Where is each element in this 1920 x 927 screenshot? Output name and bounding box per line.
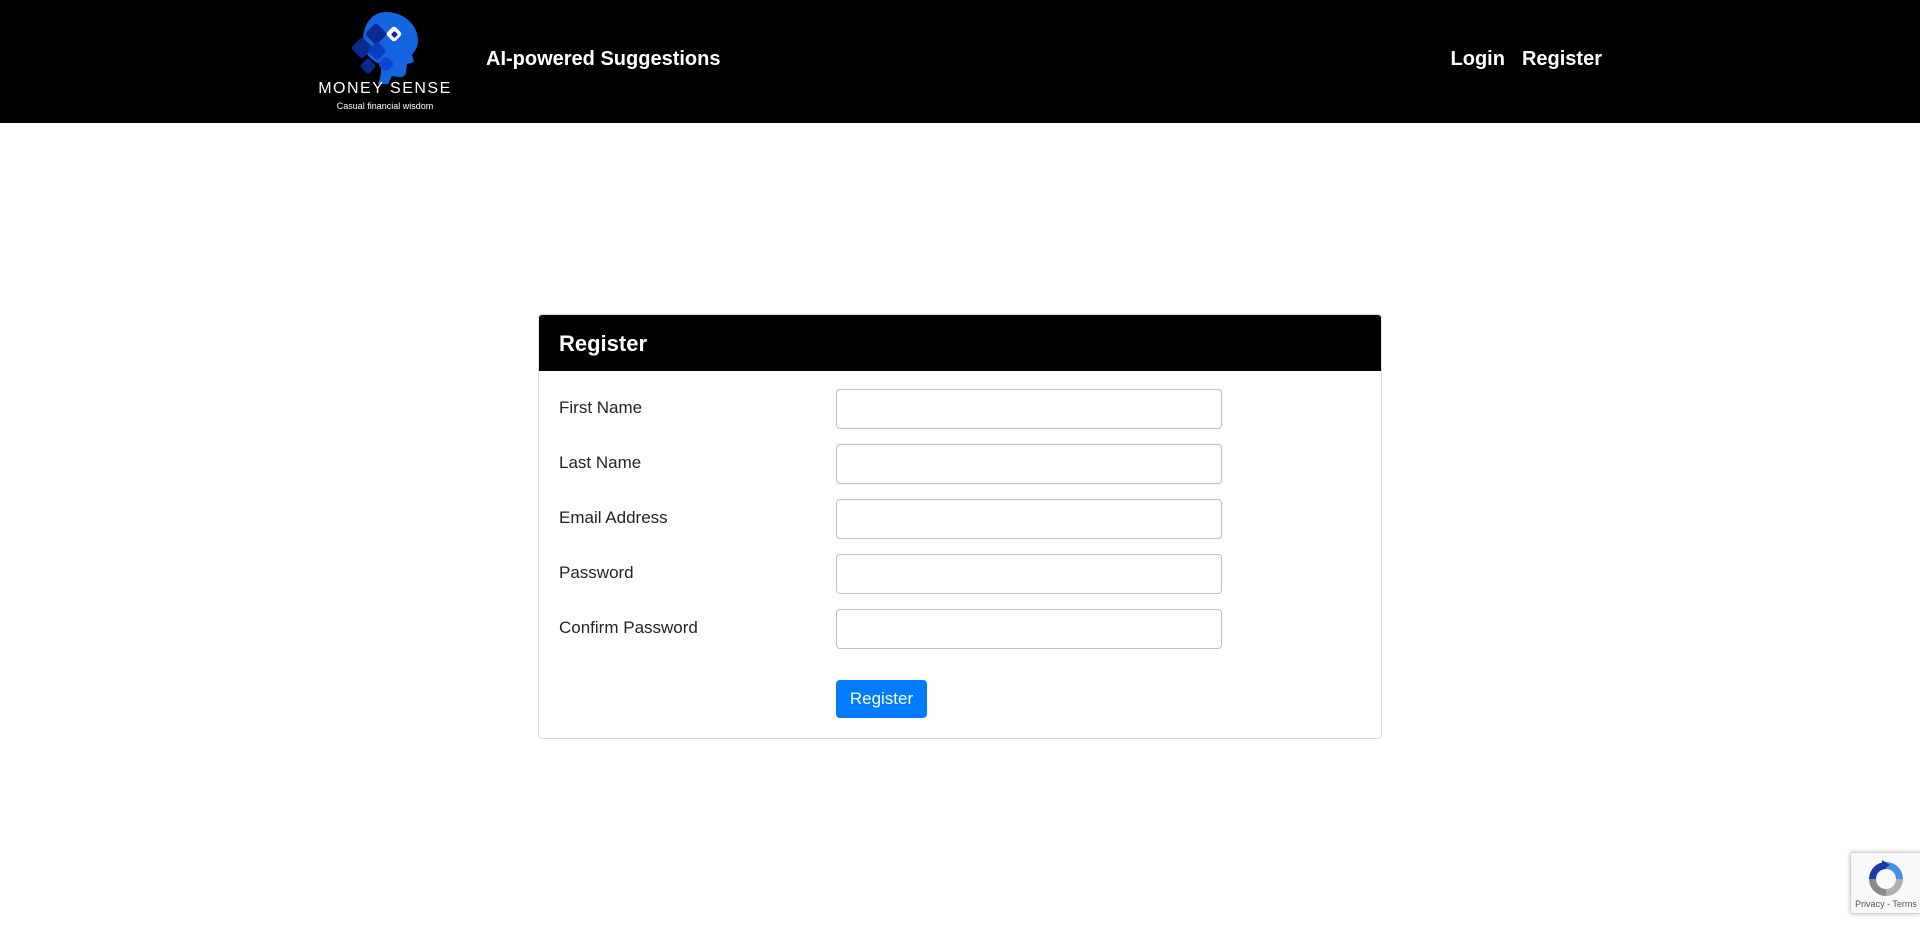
recaptcha-badge[interactable]: Privacy - Terms (1850, 852, 1920, 914)
nav-login-link[interactable]: Login (1451, 48, 1505, 71)
first-name-input[interactable] (836, 389, 1222, 429)
password-input[interactable] (836, 554, 1222, 594)
confirm-password-label: Confirm Password (559, 618, 698, 637)
register-card-title: Register (539, 315, 1381, 371)
recaptcha-terms-link[interactable]: Terms (1892, 899, 1917, 909)
register-submit-button[interactable]: Register (836, 680, 927, 718)
top-navbar: MONEY SENSE Casual financial wisdom AI-p… (0, 0, 1920, 123)
password-row: Password (559, 554, 1359, 594)
nav-links: Login Register (1451, 48, 1602, 71)
first-name-label: First Name (559, 398, 643, 417)
first-name-row: First Name (559, 389, 1359, 429)
recaptcha-icon (1869, 860, 1903, 896)
confirm-password-input[interactable] (836, 609, 1222, 649)
last-name-label: Last Name (559, 453, 642, 472)
brand-name: MONEY SENSE (318, 80, 452, 97)
confirm-password-row: Confirm Password (559, 609, 1359, 649)
nav-register-link[interactable]: Register (1522, 48, 1602, 71)
email-label: Email Address (559, 508, 668, 527)
email-input[interactable] (836, 499, 1222, 539)
last-name-input[interactable] (836, 444, 1222, 484)
brand-logo-link[interactable]: MONEY SENSE Casual financial wisdom (318, 10, 452, 114)
nav-ai-suggestions-link[interactable]: AI-powered Suggestions (486, 48, 720, 71)
money-sense-logo-icon (351, 12, 418, 84)
password-label: Password (559, 563, 634, 582)
last-name-row: Last Name (559, 444, 1359, 484)
email-row: Email Address (559, 499, 1359, 539)
recaptcha-privacy-link[interactable]: Privacy (1855, 899, 1885, 909)
recaptcha-links: Privacy - Terms (1851, 899, 1920, 909)
brand-tagline: Casual financial wisdom (336, 101, 434, 111)
register-card: Register First Name Last Name Email Addr… (538, 314, 1382, 739)
